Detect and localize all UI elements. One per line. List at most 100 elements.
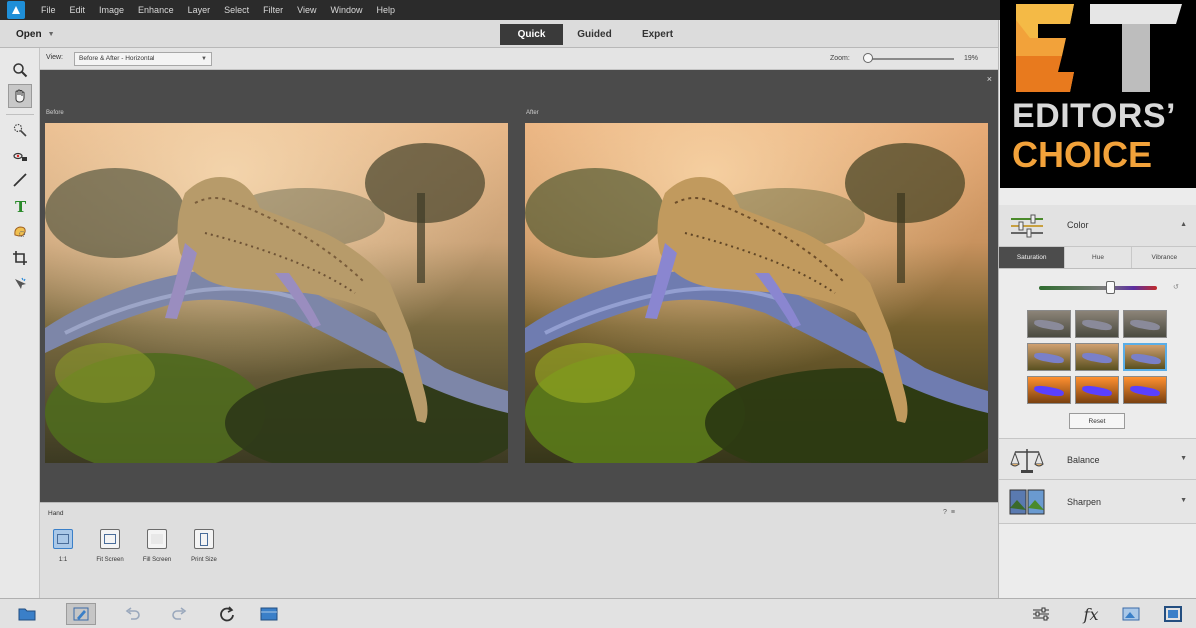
thumbnail-preview-shape [1033, 318, 1065, 332]
thumbnail-preview-shape [1081, 351, 1113, 365]
one-to-one-button[interactable]: 1:1 [38, 529, 88, 563]
saturation-thumbnail[interactable] [1027, 376, 1071, 404]
thumbnail-preview-shape [1081, 318, 1113, 332]
saturation-thumbnail[interactable] [1123, 343, 1167, 371]
view-select[interactable]: Before & After - Horizontal ▼ [74, 52, 212, 66]
type-tool[interactable]: T [8, 194, 32, 218]
print-size-label: Print Size [191, 557, 217, 563]
frames-icon [1164, 606, 1182, 622]
tab-guided[interactable]: Guided [563, 24, 626, 45]
whiten-teeth-tool[interactable] [8, 168, 32, 192]
adjustments-button[interactable] [1026, 603, 1056, 625]
sharpen-section-header[interactable]: Sharpen ▼ [999, 480, 1196, 524]
menu-help[interactable]: Help [376, 5, 395, 15]
thumbnail-preview-shape [1033, 351, 1065, 365]
menu-edit[interactable]: Edit [70, 5, 86, 15]
red-eye-icon [13, 152, 27, 161]
thumbnail-preview-shape [1129, 318, 1161, 332]
chevron-down-icon: ▼ [47, 30, 55, 38]
color-section-header[interactable]: Color ▲ [999, 205, 1196, 247]
saturation-thumbnail[interactable] [1075, 310, 1119, 338]
panel-help[interactable]: ? ≡ [943, 509, 955, 516]
tab-expert[interactable]: Expert [626, 24, 689, 45]
thumbnail-preview-shape [1081, 384, 1113, 398]
reset-button[interactable]: Reset [1069, 413, 1125, 429]
saturation-thumbnail[interactable] [1123, 310, 1167, 338]
frames-button[interactable] [1158, 603, 1188, 625]
et-monogram-logo [1016, 4, 1182, 92]
reset-slider-icon[interactable]: ↺ [1173, 283, 1179, 291]
menu-image[interactable]: Image [99, 5, 124, 15]
thumbnail-preview-shape [1129, 384, 1161, 398]
organizer-icon [260, 607, 278, 621]
open-button[interactable]: Open ▼ [8, 25, 63, 43]
crop-tool[interactable] [8, 246, 32, 270]
menu-layer[interactable]: Layer [188, 5, 211, 15]
menu-filter[interactable]: Filter [263, 5, 283, 15]
one-to-one-icon [53, 529, 73, 549]
textures-button[interactable] [1116, 603, 1146, 625]
thumbnail-preview-shape [1033, 384, 1065, 398]
zoom-slider-track[interactable] [866, 58, 954, 60]
menu-select[interactable]: Select [224, 5, 249, 15]
crop-icon [13, 251, 27, 265]
before-photo[interactable] [45, 123, 508, 463]
print-size-button[interactable]: Print Size [179, 529, 229, 563]
tool-options-title: Hand [48, 510, 64, 517]
fit-screen-icon [100, 529, 120, 549]
mode-bar: Open ▼ Quick Guided Expert [0, 20, 1000, 48]
saturation-thumbnail[interactable] [1123, 376, 1167, 404]
redo-button[interactable] [164, 603, 194, 625]
open-button-label: Open [16, 28, 42, 40]
undo-button[interactable] [118, 603, 148, 625]
move-tool[interactable] [8, 272, 32, 296]
fill-screen-icon [147, 529, 167, 549]
saturation-slider-track[interactable] [1039, 286, 1157, 290]
menu-file[interactable]: File [41, 5, 56, 15]
color-section-title: Color [1067, 220, 1089, 230]
effects-button[interactable]: fx [1076, 603, 1106, 625]
saturation-thumbnail[interactable] [1027, 343, 1071, 371]
balance-section-header[interactable]: Balance ▼ [999, 438, 1196, 480]
saturation-thumbnail[interactable] [1075, 376, 1119, 404]
zoom-icon [13, 63, 28, 78]
tab-saturation[interactable]: Saturation [999, 247, 1066, 268]
zoom-tool[interactable] [8, 58, 32, 82]
zoom-slider-handle[interactable] [863, 53, 873, 63]
photo-bin-button[interactable] [12, 603, 42, 625]
image-canvas[interactable]: × Before After [40, 70, 998, 502]
tab-vibrance[interactable]: Vibrance [1131, 247, 1196, 268]
tool-options-button[interactable] [66, 603, 96, 625]
sharpen-icon [1009, 489, 1045, 515]
saturation-thumbnails [1027, 310, 1169, 404]
menu-window[interactable]: Window [330, 5, 362, 15]
hand-tool[interactable] [8, 84, 32, 108]
menu-enhance[interactable]: Enhance [138, 5, 174, 15]
after-photo[interactable] [525, 123, 988, 463]
tab-hue[interactable]: Hue [1065, 247, 1132, 268]
close-icon[interactable]: × [987, 74, 992, 84]
adjustments-icon [1033, 607, 1049, 621]
one-to-one-label: 1:1 [58, 557, 68, 563]
fill-screen-button[interactable]: Fill Screen [132, 529, 182, 563]
rotate-button[interactable] [212, 603, 242, 625]
menu-view[interactable]: View [297, 5, 316, 15]
rotate-icon [220, 606, 234, 622]
quick-selection-tool[interactable] [8, 118, 32, 142]
pencil-icon [73, 607, 89, 621]
svg-text:T: T [15, 198, 27, 214]
fit-screen-button[interactable]: Fit Screen [85, 529, 135, 563]
saturation-thumbnail[interactable] [1027, 310, 1071, 338]
saturation-thumbnail[interactable] [1075, 343, 1119, 371]
app-logo-icon [7, 1, 25, 19]
red-eye-tool[interactable] [8, 144, 32, 168]
saturation-slider-handle[interactable] [1105, 281, 1115, 294]
fill-screen-label: Fill Screen [142, 557, 172, 563]
redo-icon [172, 607, 187, 620]
color-sliders-icon [1011, 214, 1043, 238]
spot-healing-tool[interactable] [8, 220, 32, 244]
panel-menu-icon: ≡ [950, 509, 955, 516]
organizer-button[interactable] [254, 603, 284, 625]
tab-quick[interactable]: Quick [500, 24, 563, 45]
tool-panel: T [0, 48, 40, 598]
